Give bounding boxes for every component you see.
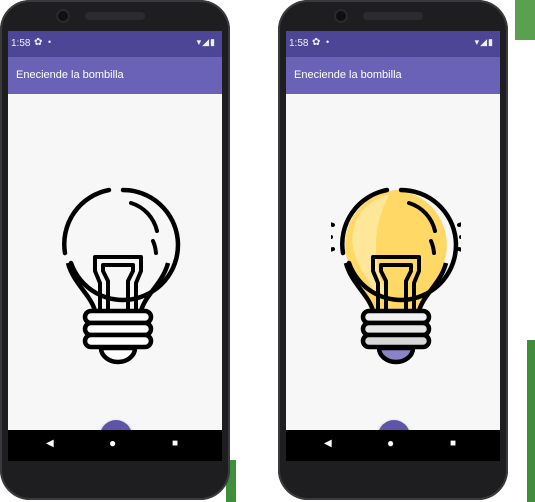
status-time: 1:58 xyxy=(289,38,309,49)
status-bar: 1:58 ✿ • ▾◢▮ xyxy=(8,31,222,57)
notification-dot-icon: • xyxy=(326,37,330,47)
back-icon[interactable]: ◀ xyxy=(46,438,54,449)
front-camera xyxy=(336,11,346,21)
front-camera xyxy=(58,11,68,21)
speaker-grille xyxy=(363,12,423,20)
screen: 1:58 ✿ • ▾◢▮ Eneciende la bombilla ◀ ● ■ xyxy=(286,31,500,461)
app-bar: Eneciende la bombilla xyxy=(8,57,222,94)
home-icon[interactable]: ● xyxy=(387,436,394,450)
lightbulb-on-icon xyxy=(331,187,461,365)
nav-bar: ◀ ● ■ xyxy=(8,430,222,461)
wifi-signal-battery-icons: ▾◢▮ xyxy=(196,37,216,47)
gear-icon: ✿ xyxy=(312,37,321,48)
app-title: Eneciende la bombilla xyxy=(294,69,402,81)
background-foliage xyxy=(515,0,535,40)
status-bar: 1:58 ✿ • ▾◢▮ xyxy=(286,31,500,57)
app-bar: Eneciende la bombilla xyxy=(286,57,500,94)
recents-icon[interactable]: ■ xyxy=(172,438,178,449)
phone-bulb-on: 1:58 ✿ • ▾◢▮ Eneciende la bombilla ◀ ● ■ xyxy=(278,0,508,500)
lightbulb-off-icon xyxy=(62,187,181,365)
nav-bar: ◀ ● ■ xyxy=(286,430,500,461)
app-title: Eneciende la bombilla xyxy=(16,69,124,81)
notification-dot-icon: • xyxy=(48,37,52,47)
home-icon[interactable]: ● xyxy=(109,436,116,450)
speaker-grille xyxy=(85,12,145,20)
gear-icon: ✿ xyxy=(34,37,43,48)
back-icon[interactable]: ◀ xyxy=(324,438,332,449)
wifi-signal-battery-icons: ▾◢▮ xyxy=(474,37,494,47)
background-foliage-bottom xyxy=(527,340,535,502)
recents-icon[interactable]: ■ xyxy=(450,438,456,449)
screen: 1:58 ✿ • ▾◢▮ Eneciende la bombilla ◀ ● ■ xyxy=(8,31,222,461)
status-time: 1:58 xyxy=(11,38,31,49)
phone-bulb-off: 1:58 ✿ • ▾◢▮ Eneciende la bombilla ◀ ● ■ xyxy=(0,0,230,500)
